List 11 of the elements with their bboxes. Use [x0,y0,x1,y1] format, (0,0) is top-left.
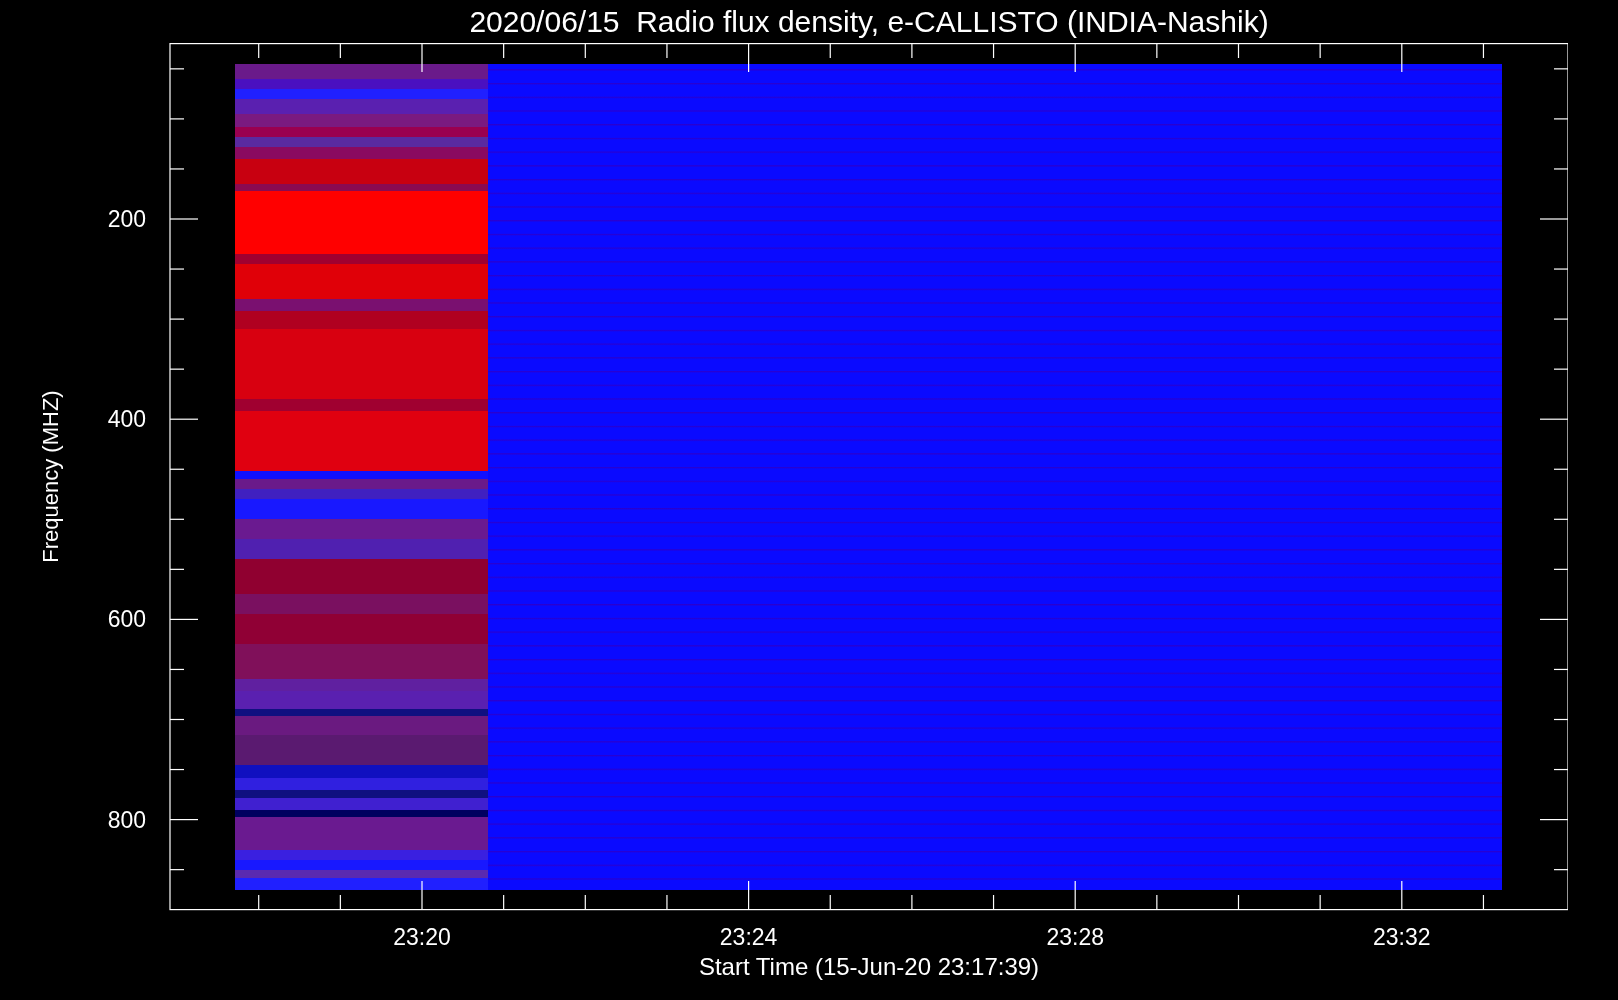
y-tick-label: 200 [107,206,146,232]
y-axis-label: Frequency (MHZ) [36,390,64,563]
y-tick-label: 600 [107,606,146,633]
x-axis-label: Start Time (15-Jun-20 23:17:39) [698,955,1040,979]
x-tick-label: 23:28 [1046,924,1104,950]
y-tick-label: 400 [107,406,146,433]
x-tick-label: 23:24 [719,924,778,950]
x-tick-label: 23:32 [1373,924,1431,950]
y-tick-label: 800 [107,806,146,833]
x-tick-label: 23:20 [393,924,451,950]
plot-title: 2020/06/15 Radio flux density, e-CALLISTO (INDIA-Nashik) [468,6,1270,37]
